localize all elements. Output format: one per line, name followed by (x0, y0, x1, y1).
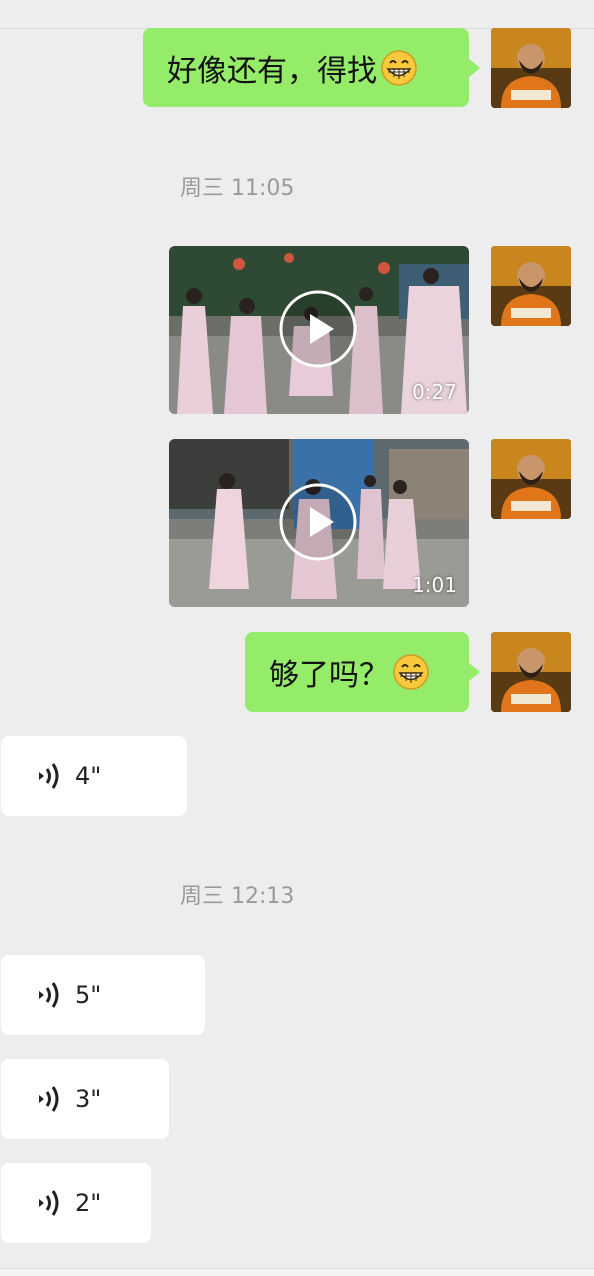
voice-wave-icon (39, 763, 59, 789)
video-message[interactable]: 0:27 (169, 246, 469, 414)
voice-wave-icon (39, 1086, 59, 1112)
avatar[interactable] (491, 439, 571, 519)
play-icon[interactable] (279, 483, 357, 561)
voice-length: 2" (75, 1189, 102, 1217)
grin-emoji-icon (393, 654, 429, 690)
voice-message[interactable]: 3" (1, 1059, 169, 1139)
sent-text-bubble[interactable]: 够了吗？ (245, 632, 480, 712)
timestamp-text: 周三 12:13 (180, 884, 295, 909)
voice-message[interactable]: 5" (1, 955, 205, 1035)
voice-length: 4" (75, 762, 102, 790)
voice-length: 5" (75, 981, 102, 1009)
video-message[interactable]: 1:01 (169, 439, 469, 607)
grin-emoji-icon (381, 49, 417, 86)
voice-wave-icon (39, 1190, 59, 1216)
voice-length: 3" (75, 1085, 102, 1113)
avatar[interactable] (491, 632, 571, 712)
video-duration: 1:01 (412, 573, 457, 597)
avatar[interactable] (491, 246, 571, 326)
message-text: 好像还有，得找 (167, 53, 377, 89)
voice-message[interactable]: 2" (1, 1163, 151, 1243)
play-icon[interactable] (279, 290, 357, 368)
voice-message[interactable]: 4" (1, 736, 187, 816)
voice-wave-icon (39, 982, 59, 1008)
timestamp-text: 周三 11:05 (180, 176, 295, 201)
message-text: 够了吗？ (269, 658, 389, 693)
sent-text-bubble[interactable]: 好像还有，得找 (143, 28, 480, 107)
avatar[interactable] (491, 28, 571, 108)
video-duration: 0:27 (412, 380, 457, 404)
top-divider (0, 0, 594, 29)
